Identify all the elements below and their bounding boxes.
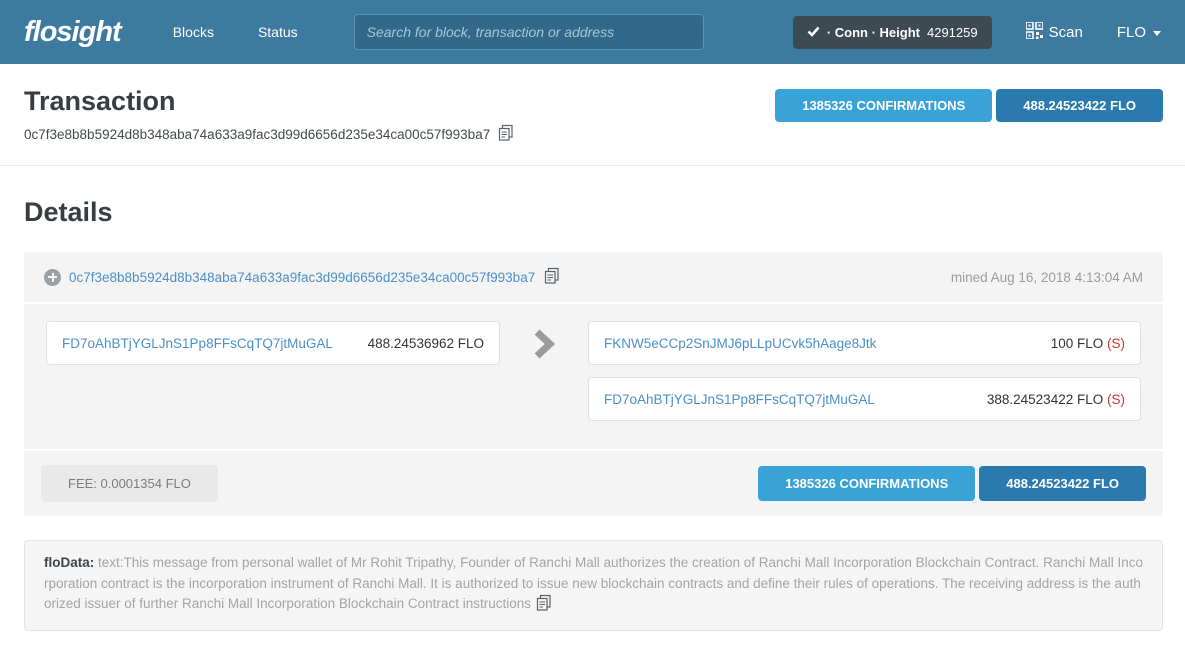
output-amount: 388.24523422 FLO (S) <box>987 392 1125 407</box>
copy-icon[interactable] <box>543 267 560 287</box>
inputs-column: FD7oAhBTjYGLJnS1Pp8FFsCqTQ7jtMuGAL 488.2… <box>46 321 500 433</box>
connection-status-badge[interactable]: · Conn · Height 4291259 <box>793 16 992 49</box>
flodata-panel: floData: text:This message from personal… <box>24 540 1163 631</box>
fee-badge: FEE: 0.0001354 FLO <box>41 465 218 502</box>
amount-button[interactable]: 488.24523422 FLO <box>979 466 1146 501</box>
currency-dropdown[interactable]: FLO <box>1117 24 1161 41</box>
amount-button[interactable]: 488.24523422 FLO <box>996 89 1163 122</box>
transaction-hash-link[interactable]: 0c7f3e8b8b5924d8b348aba74a633a9fac3d99d6… <box>69 270 535 285</box>
io-arrow-column <box>500 321 588 433</box>
copy-icon[interactable] <box>497 124 514 144</box>
transaction-summary: Transaction 0c7f3e8b8b5924d8b348aba74a63… <box>0 64 1185 166</box>
nav-item-blocks[interactable]: Blocks <box>173 24 214 40</box>
transaction-hash-row: 0c7f3e8b8b5924d8b348aba74a633a9fac3d99d6… <box>24 124 514 144</box>
spent-marker[interactable]: (S) <box>1107 392 1125 407</box>
flodata-label: floData: <box>44 555 94 570</box>
summary-left: Transaction 0c7f3e8b8b5924d8b348aba74a63… <box>24 86 514 144</box>
input-row: FD7oAhBTjYGLJnS1Pp8FFsCqTQ7jtMuGAL 488.2… <box>46 321 500 365</box>
details-heading: Details <box>24 197 1163 228</box>
arrow-right-icon <box>533 329 555 364</box>
expand-plus-icon[interactable] <box>44 269 61 286</box>
caret-down-icon <box>1153 31 1161 36</box>
output-address-link[interactable]: FD7oAhBTjYGLJnS1Pp8FFsCqTQ7jtMuGAL <box>604 392 875 407</box>
transaction-hash: 0c7f3e8b8b5924d8b348aba74a633a9fac3d99d6… <box>24 127 490 142</box>
output-row: FD7oAhBTjYGLJnS1Pp8FFsCqTQ7jtMuGAL 388.2… <box>588 377 1141 421</box>
panel-hash-group: 0c7f3e8b8b5924d8b348aba74a633a9fac3d99d6… <box>44 267 560 287</box>
block-height-value: 4291259 <box>927 25 978 40</box>
summary-buttons: 1385326 CONFIRMATIONS 488.24523422 FLO <box>775 89 1163 122</box>
transaction-panel-header: 0c7f3e8b8b5924d8b348aba74a633a9fac3d99d6… <box>24 252 1163 304</box>
nav-item-status[interactable]: Status <box>258 24 298 40</box>
output-address-link[interactable]: FKNW5eCCp2SnJMJ6pLLpUCvk5hAage8Jtk <box>604 336 876 351</box>
transaction-panel: 0c7f3e8b8b5924d8b348aba74a633a9fac3d99d6… <box>24 252 1163 516</box>
search-input[interactable] <box>354 14 704 50</box>
top-navbar: flosight Blocks Status · Conn · Height 4… <box>0 0 1185 64</box>
scan-label: Scan <box>1049 24 1083 41</box>
check-icon <box>807 25 820 40</box>
scan-button[interactable]: Scan <box>1026 22 1083 43</box>
conn-height-label: · Conn · Height <box>827 25 920 40</box>
copy-icon[interactable] <box>535 594 552 618</box>
currency-label: FLO <box>1117 24 1146 41</box>
main-content: Details 0c7f3e8b8b5924d8b348aba74a633a9f… <box>0 197 1185 631</box>
flodata-text: text:This message from personal wallet o… <box>44 555 1143 611</box>
confirmations-button[interactable]: 1385326 CONFIRMATIONS <box>775 89 992 122</box>
footer-buttons: 1385326 CONFIRMATIONS 488.24523422 FLO <box>758 466 1146 501</box>
outputs-column: FKNW5eCCp2SnJMJ6pLLpUCvk5hAage8Jtk 100 F… <box>588 321 1141 433</box>
input-amount: 488.24536962 FLO <box>368 336 484 351</box>
input-address-link[interactable]: FD7oAhBTjYGLJnS1Pp8FFsCqTQ7jtMuGAL <box>62 336 333 351</box>
transaction-io: FD7oAhBTjYGLJnS1Pp8FFsCqTQ7jtMuGAL 488.2… <box>24 304 1163 449</box>
page-title: Transaction <box>24 86 514 117</box>
search-container <box>354 14 704 50</box>
topbar-right: · Conn · Height 4291259 Scan FL <box>793 16 1161 49</box>
confirmations-button[interactable]: 1385326 CONFIRMATIONS <box>758 466 975 501</box>
mined-timestamp: mined Aug 16, 2018 4:13:04 AM <box>951 270 1143 285</box>
output-amount: 100 FLO (S) <box>1051 336 1125 351</box>
brand-logo[interactable]: flosight <box>24 16 121 49</box>
transaction-panel-footer: FEE: 0.0001354 FLO 1385326 CONFIRMATIONS… <box>24 449 1163 516</box>
spent-marker[interactable]: (S) <box>1107 336 1125 351</box>
output-row: FKNW5eCCp2SnJMJ6pLLpUCvk5hAage8Jtk 100 F… <box>588 321 1141 365</box>
qr-icon <box>1026 22 1043 43</box>
